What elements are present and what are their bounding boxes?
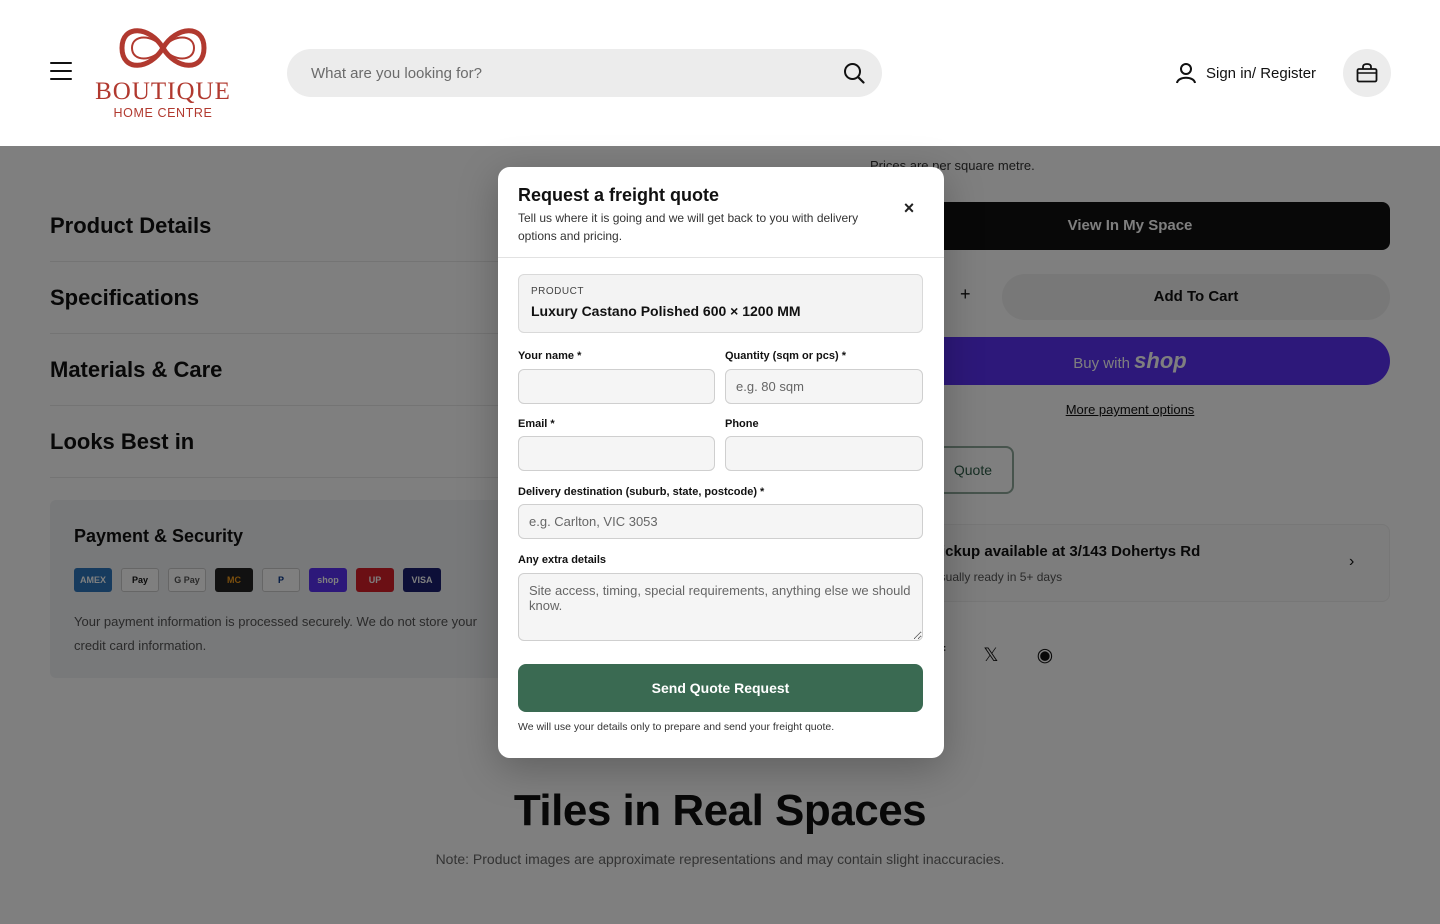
quantity-input[interactable] (725, 369, 923, 404)
quantity-label: Quantity (sqm or pcs) * (725, 350, 847, 362)
product-label: PRODUCT (531, 286, 584, 297)
send-quote-request-button[interactable]: Send Quote Request (518, 664, 923, 712)
logo-text: BOUTIQUE (95, 78, 231, 105)
search-input[interactable] (311, 49, 831, 97)
signin-label: Sign in/ Register (1206, 64, 1317, 82)
extra-details-label: Any extra details (518, 554, 607, 566)
email-label: Email * (518, 418, 555, 430)
destination-label: Delivery destination (suburb, state, pos… (518, 486, 765, 498)
product-value: Luxury Castano Polished 600 × 1200 MM (531, 303, 801, 319)
cart-button[interactable] (1343, 49, 1391, 97)
extra-details-textarea[interactable] (518, 573, 923, 641)
phone-input[interactable] (725, 436, 923, 471)
email-input[interactable] (518, 436, 715, 471)
infinity-logo-icon (119, 28, 207, 68)
name-input[interactable] (518, 369, 715, 404)
shopping-bag-icon (1356, 63, 1378, 83)
freight-quote-modal: Request a freight quote Tell us where it… (498, 167, 944, 758)
close-icon[interactable]: × (898, 197, 920, 219)
modal-header: Request a freight quote Tell us where it… (498, 167, 944, 258)
user-icon (1176, 63, 1196, 84)
modal-subtitle: Tell us where it is going and we will ge… (518, 211, 859, 243)
phone-label: Phone (725, 418, 759, 430)
modal-title: Request a freight quote (518, 185, 720, 205)
logo[interactable]: BOUTIQUE HOME CENTRE (92, 20, 234, 124)
site-header: BOUTIQUE HOME CENTRE Sign in/ Register (0, 0, 1440, 146)
product-field: PRODUCT Luxury Castano Polished 600 × 12… (518, 274, 923, 333)
menu-icon[interactable] (50, 62, 72, 82)
name-label: Your name * (518, 350, 582, 362)
logo-subtext: HOME CENTRE (113, 106, 213, 120)
search-icon[interactable] (843, 62, 865, 84)
signin-link[interactable]: Sign in/ Register (1175, 60, 1316, 86)
destination-input[interactable] (518, 504, 923, 539)
search-bar (287, 49, 882, 97)
privacy-note: We will use your details only to prepare… (518, 721, 835, 733)
